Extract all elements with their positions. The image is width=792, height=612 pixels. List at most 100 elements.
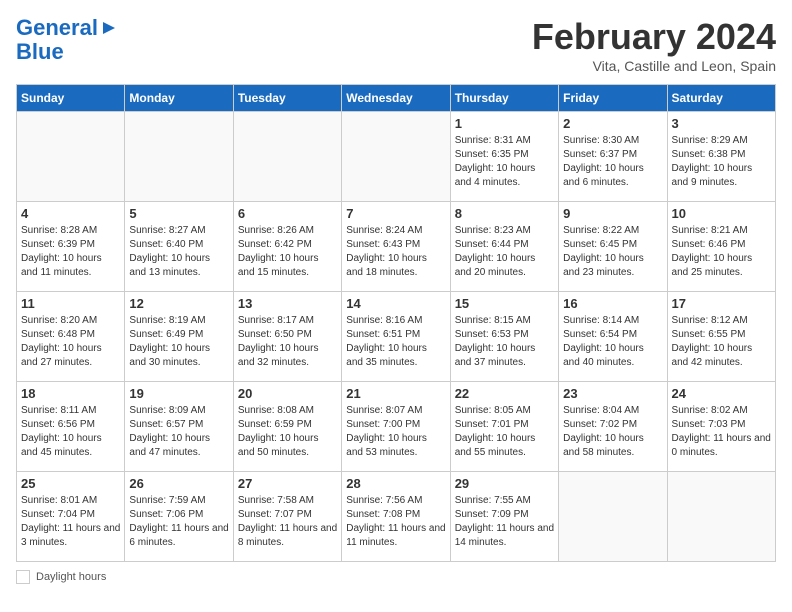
cell-info: Sunrise: 8:14 AM Sunset: 6:54 PM Dayligh… — [563, 314, 662, 370]
day-number: 5 — [129, 206, 228, 221]
calendar-cell — [559, 472, 667, 562]
cell-info: Sunrise: 8:29 AM Sunset: 6:38 PM Dayligh… — [672, 134, 771, 190]
cell-info: Sunrise: 7:56 AM Sunset: 7:08 PM Dayligh… — [346, 494, 445, 550]
location: Vita, Castille and Leon, Spain — [532, 58, 776, 74]
footer: Daylight hours — [16, 570, 776, 584]
calendar-cell: 9 Sunrise: 8:22 AM Sunset: 6:45 PM Daylig… — [559, 202, 667, 292]
calendar-cell: 26 Sunrise: 7:59 AM Sunset: 7:06 PM Dayli… — [125, 472, 233, 562]
calendar-cell: 20Sunrise: 8:08 AM Sunset: 6:59 PM Dayli… — [233, 382, 341, 472]
calendar-cell: 17Sunrise: 8:12 AM Sunset: 6:55 PM Dayli… — [667, 292, 775, 382]
col-header-friday: Friday — [559, 85, 667, 112]
day-number: 21 — [346, 386, 445, 401]
week-row-3: 11 Sunrise: 8:20 AM Sunset: 6:48 PM Dayli… — [17, 292, 776, 382]
day-number: 13 — [238, 296, 337, 311]
day-number: 4 — [21, 206, 120, 221]
day-number: 7 — [346, 206, 445, 221]
calendar-cell: 27Sunrise: 7:58 AM Sunset: 7:07 PM Dayli… — [233, 472, 341, 562]
day-number: 24 — [672, 386, 771, 401]
cell-info: Sunrise: 8:21 AM Sunset: 6:46 PM Dayligh… — [672, 224, 771, 280]
week-row-4: 18 Sunrise: 8:11 AM Sunset: 6:56 PM Dayli… — [17, 382, 776, 472]
day-number: 6 — [238, 206, 337, 221]
day-number: 26 — [129, 476, 228, 491]
cell-info: Sunrise: 8:16 AM Sunset: 6:51 PM Dayligh… — [346, 314, 445, 370]
calendar-cell: 6 Sunrise: 8:26 AM Sunset: 6:42 PM Daylig… — [233, 202, 341, 292]
cell-info: Sunrise: 8:26 AM Sunset: 6:42 PM Dayligh… — [238, 224, 337, 280]
day-number: 12 — [129, 296, 228, 311]
calendar-header: SundayMondayTuesdayWednesdayThursdayFrid… — [17, 85, 776, 112]
logo-icon — [100, 19, 118, 37]
week-row-2: 4 Sunrise: 8:28 AM Sunset: 6:39 PM Daylig… — [17, 202, 776, 292]
calendar-cell: 2Sunrise: 8:30 AM Sunset: 6:37 PM Daylig… — [559, 112, 667, 202]
calendar-cell: 21 Sunrise: 8:07 AM Sunset: 7:00 PM Dayli… — [342, 382, 450, 472]
cell-info: Sunrise: 8:22 AM Sunset: 6:45 PM Dayligh… — [563, 224, 662, 280]
page-header: General Blue February 2024 Vita, Castill… — [16, 16, 776, 74]
calendar-cell: 25Sunrise: 8:01 AM Sunset: 7:04 PM Dayli… — [17, 472, 125, 562]
cell-info: Sunrise: 7:58 AM Sunset: 7:07 PM Dayligh… — [238, 494, 337, 550]
logo: General Blue — [16, 16, 118, 64]
cell-info: Sunrise: 8:07 AM Sunset: 7:00 PM Dayligh… — [346, 404, 445, 460]
calendar-cell — [125, 112, 233, 202]
day-number: 22 — [455, 386, 554, 401]
calendar-cell — [17, 112, 125, 202]
day-number: 18 — [21, 386, 120, 401]
cell-info: Sunrise: 8:30 AM Sunset: 6:37 PM Dayligh… — [563, 134, 662, 190]
footer-box — [16, 570, 30, 584]
month-title: February 2024 — [532, 16, 776, 58]
calendar-cell: 3 Sunrise: 8:29 AM Sunset: 6:38 PM Daylig… — [667, 112, 775, 202]
day-number: 11 — [21, 296, 120, 311]
calendar-cell: 13Sunrise: 8:17 AM Sunset: 6:50 PM Dayli… — [233, 292, 341, 382]
cell-info: Sunrise: 8:02 AM Sunset: 7:03 PM Dayligh… — [672, 404, 771, 460]
logo-text: General — [16, 16, 98, 40]
day-number: 28 — [346, 476, 445, 491]
calendar-cell: 19Sunrise: 8:09 AM Sunset: 6:57 PM Dayli… — [125, 382, 233, 472]
day-number: 15 — [455, 296, 554, 311]
col-header-wednesday: Wednesday — [342, 85, 450, 112]
day-number: 8 — [455, 206, 554, 221]
logo-blue: Blue — [16, 40, 118, 64]
calendar-cell: 11 Sunrise: 8:20 AM Sunset: 6:48 PM Dayli… — [17, 292, 125, 382]
week-row-1: 1 Sunrise: 8:31 AM Sunset: 6:35 PM Daylig… — [17, 112, 776, 202]
cell-info: Sunrise: 8:24 AM Sunset: 6:43 PM Dayligh… — [346, 224, 445, 280]
calendar-cell: 28 Sunrise: 7:56 AM Sunset: 7:08 PM Dayli… — [342, 472, 450, 562]
calendar-cell: 8Sunrise: 8:23 AM Sunset: 6:44 PM Daylig… — [450, 202, 558, 292]
calendar-cell: 23 Sunrise: 8:04 AM Sunset: 7:02 PM Dayli… — [559, 382, 667, 472]
calendar-cell: 1 Sunrise: 8:31 AM Sunset: 6:35 PM Daylig… — [450, 112, 558, 202]
cell-info: Sunrise: 7:59 AM Sunset: 7:06 PM Dayligh… — [129, 494, 228, 550]
cell-info: Sunrise: 8:20 AM Sunset: 6:48 PM Dayligh… — [21, 314, 120, 370]
col-header-saturday: Saturday — [667, 85, 775, 112]
calendar-cell: 10 Sunrise: 8:21 AM Sunset: 6:46 PM Dayli… — [667, 202, 775, 292]
day-number: 1 — [455, 116, 554, 131]
cell-info: Sunrise: 8:01 AM Sunset: 7:04 PM Dayligh… — [21, 494, 120, 550]
cell-info: Sunrise: 8:04 AM Sunset: 7:02 PM Dayligh… — [563, 404, 662, 460]
calendar-cell: 12 Sunrise: 8:19 AM Sunset: 6:49 PM Dayli… — [125, 292, 233, 382]
calendar-cell: 29 Sunrise: 7:55 AM Sunset: 7:09 PM Dayli… — [450, 472, 558, 562]
calendar-cell — [233, 112, 341, 202]
col-header-thursday: Thursday — [450, 85, 558, 112]
calendar-cell: 22 Sunrise: 8:05 AM Sunset: 7:01 PM Dayli… — [450, 382, 558, 472]
day-number: 29 — [455, 476, 554, 491]
cell-info: Sunrise: 8:09 AM Sunset: 6:57 PM Dayligh… — [129, 404, 228, 460]
day-number: 23 — [563, 386, 662, 401]
cell-info: Sunrise: 8:27 AM Sunset: 6:40 PM Dayligh… — [129, 224, 228, 280]
col-header-tuesday: Tuesday — [233, 85, 341, 112]
cell-info: Sunrise: 8:31 AM Sunset: 6:35 PM Dayligh… — [455, 134, 554, 190]
cell-info: Sunrise: 8:28 AM Sunset: 6:39 PM Dayligh… — [21, 224, 120, 280]
day-number: 10 — [672, 206, 771, 221]
calendar-cell: 14Sunrise: 8:16 AM Sunset: 6:51 PM Dayli… — [342, 292, 450, 382]
cell-info: Sunrise: 8:19 AM Sunset: 6:49 PM Dayligh… — [129, 314, 228, 370]
day-number: 9 — [563, 206, 662, 221]
calendar-table: SundayMondayTuesdayWednesdayThursdayFrid… — [16, 84, 776, 562]
calendar-cell: 18 Sunrise: 8:11 AM Sunset: 6:56 PM Dayli… — [17, 382, 125, 472]
calendar-cell: 4 Sunrise: 8:28 AM Sunset: 6:39 PM Daylig… — [17, 202, 125, 292]
cell-info: Sunrise: 8:11 AM Sunset: 6:56 PM Dayligh… — [21, 404, 120, 460]
cell-info: Sunrise: 7:55 AM Sunset: 7:09 PM Dayligh… — [455, 494, 554, 550]
cell-info: Sunrise: 8:05 AM Sunset: 7:01 PM Dayligh… — [455, 404, 554, 460]
day-number: 3 — [672, 116, 771, 131]
cell-info: Sunrise: 8:12 AM Sunset: 6:55 PM Dayligh… — [672, 314, 771, 370]
footer-label: Daylight hours — [36, 571, 106, 583]
calendar-cell: 15 Sunrise: 8:15 AM Sunset: 6:53 PM Dayli… — [450, 292, 558, 382]
day-number: 20 — [238, 386, 337, 401]
cell-info: Sunrise: 8:15 AM Sunset: 6:53 PM Dayligh… — [455, 314, 554, 370]
calendar-cell: 24 Sunrise: 8:02 AM Sunset: 7:03 PM Dayli… — [667, 382, 775, 472]
calendar-cell: 7 Sunrise: 8:24 AM Sunset: 6:43 PM Daylig… — [342, 202, 450, 292]
